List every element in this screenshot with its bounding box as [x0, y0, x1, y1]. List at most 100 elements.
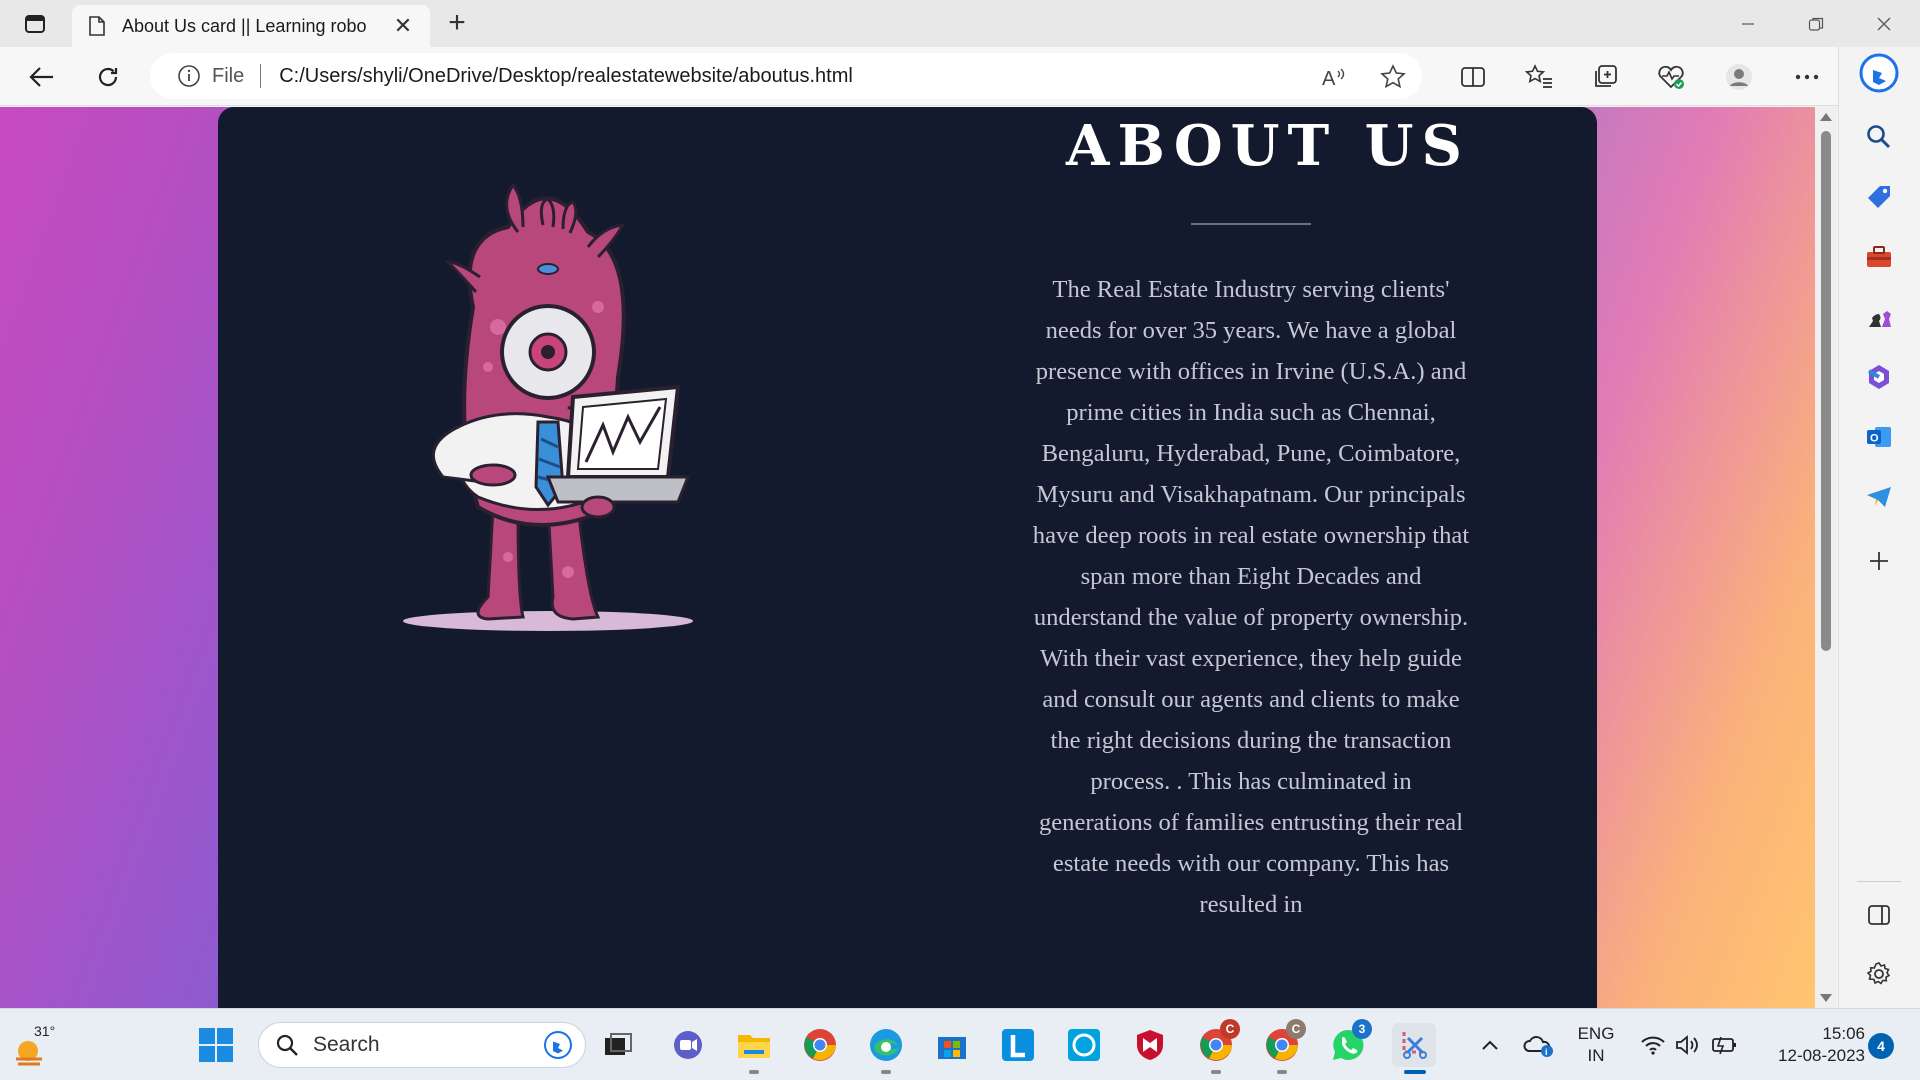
- tab-close-icon[interactable]: ✕: [390, 13, 416, 39]
- windows-taskbar: 31° Search C C 3 i ENG IN 15:06 12-08-20…: [0, 1008, 1920, 1080]
- snipping-tool-icon: [1402, 1032, 1427, 1059]
- battery-charging-icon[interactable]: [1710, 1031, 1740, 1059]
- profile-avatar[interactable]: [1722, 60, 1756, 94]
- scroll-down-arrow-icon[interactable]: [1820, 994, 1832, 1002]
- page-title: ABOUT US: [1066, 113, 1470, 179]
- snipping-tool-app[interactable]: [1392, 1023, 1436, 1074]
- l-letter-icon: [1002, 1029, 1034, 1061]
- favorite-star-icon[interactable]: [1379, 63, 1407, 91]
- window-close-button[interactable]: [1850, 0, 1918, 47]
- page-viewport: ABOUT US The Real Estate Industry servin…: [0, 107, 1815, 1008]
- teams-app[interactable]: [666, 1023, 710, 1067]
- search-icon[interactable]: [1859, 117, 1899, 157]
- about-us-card: ABOUT US The Real Estate Industry servin…: [218, 107, 1597, 1008]
- notification-center-badge[interactable]: 4: [1868, 1033, 1894, 1059]
- teams-icon: [674, 1031, 702, 1059]
- svg-text:i: i: [1545, 1047, 1548, 1057]
- heading-divider: [1191, 223, 1311, 225]
- microsoft-store-app[interactable]: [930, 1023, 974, 1067]
- page-scrollbar[interactable]: [1815, 107, 1837, 1008]
- restore-icon: [1808, 17, 1824, 31]
- whatsapp-app[interactable]: 3: [1326, 1019, 1372, 1067]
- chrome-profile-app-1[interactable]: C: [1194, 1019, 1240, 1074]
- favorites-icon[interactable]: [1522, 60, 1556, 94]
- system-clock[interactable]: 15:06 12-08-2023: [1755, 1023, 1865, 1067]
- browser-tab-active[interactable]: About Us card || Learning robo ✕: [72, 5, 430, 47]
- profile-badge: C: [1286, 1019, 1306, 1039]
- taskbar-search[interactable]: Search: [258, 1022, 586, 1068]
- toolbox-icon[interactable]: [1859, 237, 1899, 277]
- l-app[interactable]: [996, 1023, 1040, 1067]
- alexa-icon: [1068, 1029, 1100, 1061]
- chrome-icon: [804, 1029, 836, 1061]
- split-screen-icon[interactable]: [1456, 60, 1490, 94]
- settings-icon[interactable]: [1859, 954, 1899, 994]
- sidebar-toggle-icon[interactable]: [1859, 895, 1899, 935]
- notification-badge: 3: [1352, 1019, 1372, 1039]
- bing-icon[interactable]: [541, 1028, 575, 1062]
- edge-sidebar: O: [1838, 47, 1920, 1008]
- chrome-app[interactable]: [798, 1023, 842, 1067]
- bing-chat-icon: [1859, 53, 1899, 93]
- clock-date: 12-08-2023: [1778, 1046, 1865, 1065]
- input-language-indicator[interactable]: ENG IN: [1574, 1023, 1618, 1067]
- more-options-icon[interactable]: [1790, 60, 1824, 94]
- office-icon[interactable]: [1859, 357, 1899, 397]
- chess-icon[interactable]: [1859, 297, 1899, 337]
- svg-text:A: A: [1322, 68, 1336, 89]
- shopping-tag-icon[interactable]: [1859, 177, 1899, 217]
- task-view-app[interactable]: [596, 1023, 640, 1067]
- weather-widget[interactable]: 31°: [12, 1021, 62, 1071]
- volume-icon[interactable]: [1672, 1031, 1702, 1059]
- mcafee-app[interactable]: [1128, 1023, 1172, 1067]
- outlook-icon[interactable]: O: [1859, 417, 1899, 457]
- running-indicator: [1211, 1070, 1221, 1074]
- read-aloud-icon[interactable]: A: [1320, 63, 1348, 91]
- restore-button[interactable]: [1782, 0, 1850, 47]
- browser-essentials-icon[interactable]: [1654, 60, 1688, 94]
- add-icon[interactable]: [1859, 541, 1899, 581]
- weather-temperature: 31°: [34, 1023, 56, 1039]
- onedrive-status-icon[interactable]: i: [1522, 1031, 1556, 1059]
- clock-time: 15:06: [1822, 1024, 1865, 1043]
- running-indicator: [881, 1070, 891, 1074]
- profile-badge: C: [1220, 1019, 1240, 1039]
- sidebar-divider: [1857, 881, 1901, 882]
- running-indicator: [749, 1070, 759, 1074]
- url-text[interactable]: C:/Users/shyli/OneDrive/Desktop/realesta…: [279, 65, 1422, 88]
- tab-actions-button[interactable]: [14, 8, 56, 40]
- telegram-send-icon[interactable]: [1859, 477, 1899, 517]
- language-region: IN: [1587, 1046, 1605, 1065]
- show-hidden-icons-chevron-up-icon[interactable]: [1478, 1031, 1502, 1059]
- address-bar[interactable]: File C:/Users/shyli/OneDrive/Desktop/rea…: [150, 53, 1422, 99]
- bing-copilot-button[interactable]: [1859, 53, 1899, 93]
- edge-app[interactable]: [864, 1023, 908, 1074]
- minimize-button[interactable]: [1714, 0, 1782, 47]
- page-icon: [86, 15, 108, 37]
- start-button[interactable]: [198, 1027, 238, 1067]
- wifi-icon[interactable]: [1638, 1031, 1668, 1059]
- search-label: Search: [313, 1033, 380, 1056]
- navigation-bar: File C:/Users/shyli/OneDrive/Desktop/rea…: [0, 47, 1920, 106]
- monster-mascot-illustration: [403, 182, 693, 631]
- about-paragraph: The Real Estate Industry serving clients…: [1032, 276, 1470, 918]
- scrollbar-thumb[interactable]: [1821, 131, 1831, 651]
- tab-title: About Us card || Learning robo: [122, 15, 367, 36]
- scroll-up-arrow-icon[interactable]: [1820, 113, 1832, 121]
- alexa-app[interactable]: [1062, 1023, 1106, 1067]
- chrome-profile-app-2[interactable]: C: [1260, 1019, 1306, 1074]
- task-view-icon: [605, 1033, 632, 1055]
- collections-icon[interactable]: [1588, 60, 1622, 94]
- back-button[interactable]: [22, 57, 62, 97]
- refresh-button[interactable]: [88, 57, 128, 97]
- file-explorer-app[interactable]: [732, 1023, 776, 1074]
- tab-actions-icon: [25, 15, 45, 33]
- site-info-icon[interactable]: [176, 63, 202, 89]
- active-indicator: [1404, 1070, 1426, 1074]
- scheme-label: File: [212, 64, 245, 87]
- title-bar: About Us card || Learning robo ✕ +: [0, 0, 1920, 47]
- svg-text:O: O: [1870, 433, 1879, 445]
- folder-icon: [738, 1035, 770, 1058]
- close-icon: [1877, 17, 1891, 30]
- new-tab-button[interactable]: +: [440, 6, 474, 40]
